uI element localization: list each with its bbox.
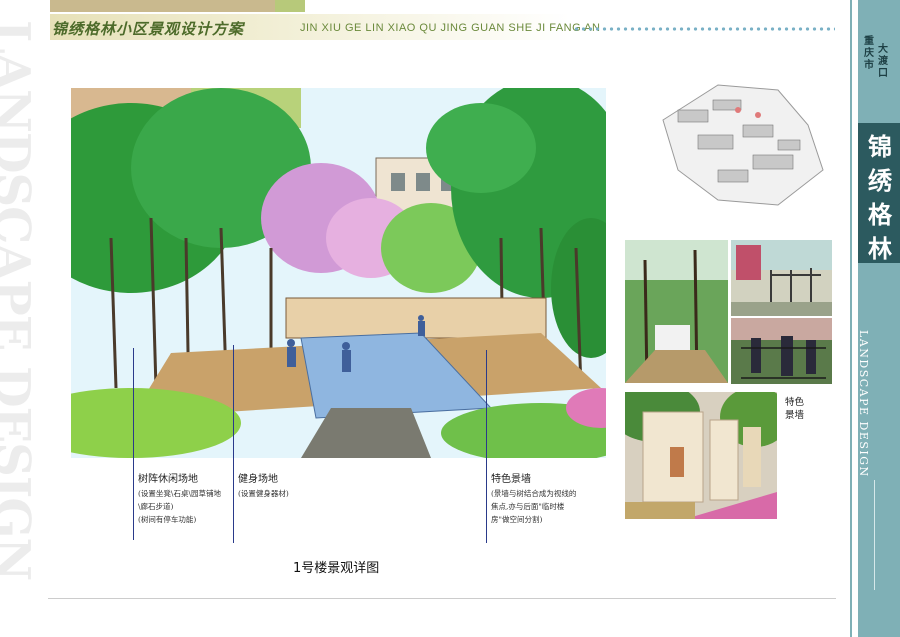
sidebar-english-title: LANDSCAPE DESIGN: [857, 330, 870, 478]
sidebar-brand: 锦绣格林: [868, 132, 892, 263]
callout-note-fitness-1: (设置健身器材): [238, 489, 289, 498]
drawing-caption: 1号楼景观详图: [293, 561, 380, 576]
photo-fitness-area-1: [731, 240, 832, 316]
photo-fitness-area-2: [731, 318, 832, 384]
sidebar-rule: [874, 480, 875, 590]
sidebar-city: 重庆市: [864, 36, 874, 71]
callout-note-tree-plaza-2: \廊石步道): [138, 502, 174, 511]
sidebar-stripe: [850, 0, 852, 637]
photo-label-feature-wall: 特色景墙: [785, 397, 805, 421]
side-watermark: LANDSCAPE DESIGN: [0, 20, 44, 620]
callout-note-feature-wall-3: 房"做空间分割): [491, 515, 543, 524]
footer-rule: [48, 598, 848, 599]
sidebar-district: 大渡口: [878, 44, 888, 79]
header-dotted-rule: [573, 27, 835, 31]
callout-line-2: [233, 345, 234, 543]
watermark-text: LANDSCAPE DESIGN: [0, 20, 40, 581]
callout-note-feature-wall-1: (景墙与树结合成为视线的: [491, 489, 577, 498]
project-title: 锦绣格林小区景观设计方案: [52, 20, 245, 38]
landscape-perspective-sketch: [71, 88, 606, 458]
photo-tree-path: [625, 240, 728, 383]
header-accent-bar-green: [275, 0, 305, 12]
callout-note-tree-plaza-3: (树间有停车功能): [138, 515, 197, 524]
callout-title-fitness: 健身场地: [238, 474, 278, 485]
callout-title-tree-plaza: 树阵休闲场地: [138, 474, 198, 485]
sidebar-margin: [836, 0, 858, 637]
callout-note-tree-plaza-1: (设置坐凳\石桌\园草铺地: [138, 489, 221, 498]
callout-line-3: [486, 350, 487, 543]
project-title-pinyin: JIN XIU GE LIN XIAO QU JING GUAN SHE JI …: [300, 22, 601, 34]
sidebar-panel: [858, 0, 900, 637]
photo-feature-wall: [625, 392, 777, 519]
site-plan-thumbnail: [658, 80, 828, 210]
callout-title-feature-wall: 特色景墙: [491, 474, 531, 485]
header-accent-bar: [50, 0, 275, 12]
callout-line-1: [133, 348, 134, 540]
callout-note-feature-wall-2: 焦点,亦与后面"临时楼: [491, 502, 565, 511]
